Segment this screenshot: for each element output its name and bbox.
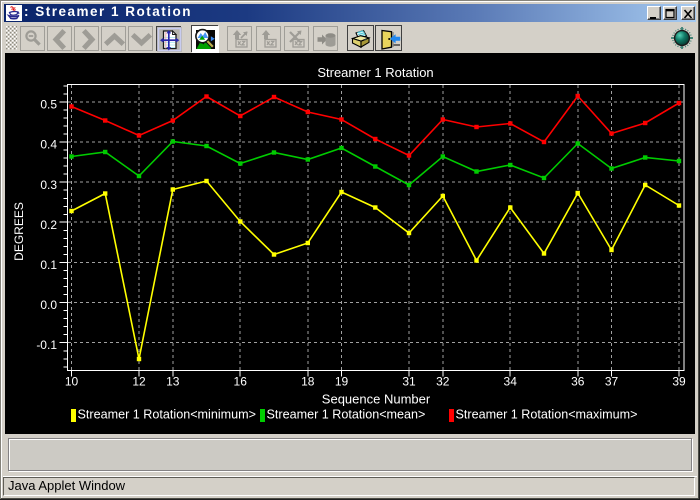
svg-text:13: 13 (166, 375, 180, 389)
svg-text:Streamer 1 Rotation: Streamer 1 Rotation (317, 65, 433, 80)
svg-text:18: 18 (301, 375, 315, 389)
svg-text:37: 37 (605, 375, 619, 389)
svg-text:34: 34 (504, 375, 518, 389)
svg-text:19: 19 (335, 375, 349, 389)
svg-text:32: 32 (436, 375, 450, 389)
svg-text:31: 31 (402, 375, 416, 389)
svg-text:0.3: 0.3 (40, 178, 57, 192)
svg-text:39: 39 (672, 375, 686, 389)
svg-text:0.5: 0.5 (40, 98, 57, 112)
svg-text:36: 36 (571, 375, 585, 389)
svg-text:12: 12 (132, 375, 146, 389)
svg-text:0.2: 0.2 (40, 218, 57, 232)
svg-text:0.0: 0.0 (40, 298, 57, 312)
svg-text:0.4: 0.4 (40, 138, 57, 152)
svg-text:16: 16 (234, 375, 248, 389)
svg-text:Streamer 1 Rotation<minimum>: Streamer 1 Rotation<minimum> (78, 408, 256, 422)
svg-text:Sequence Number: Sequence Number (322, 392, 431, 407)
svg-text:Streamer 1 Rotation<mean>: Streamer 1 Rotation<mean> (267, 408, 426, 422)
svg-text:0.1: 0.1 (40, 258, 57, 272)
svg-text:Streamer 1 Rotation<maximum>: Streamer 1 Rotation<maximum> (456, 408, 638, 422)
svg-text:10: 10 (65, 375, 79, 389)
svg-text:-0.1: -0.1 (36, 338, 57, 352)
svg-text:DEGREES: DEGREES (12, 202, 26, 261)
